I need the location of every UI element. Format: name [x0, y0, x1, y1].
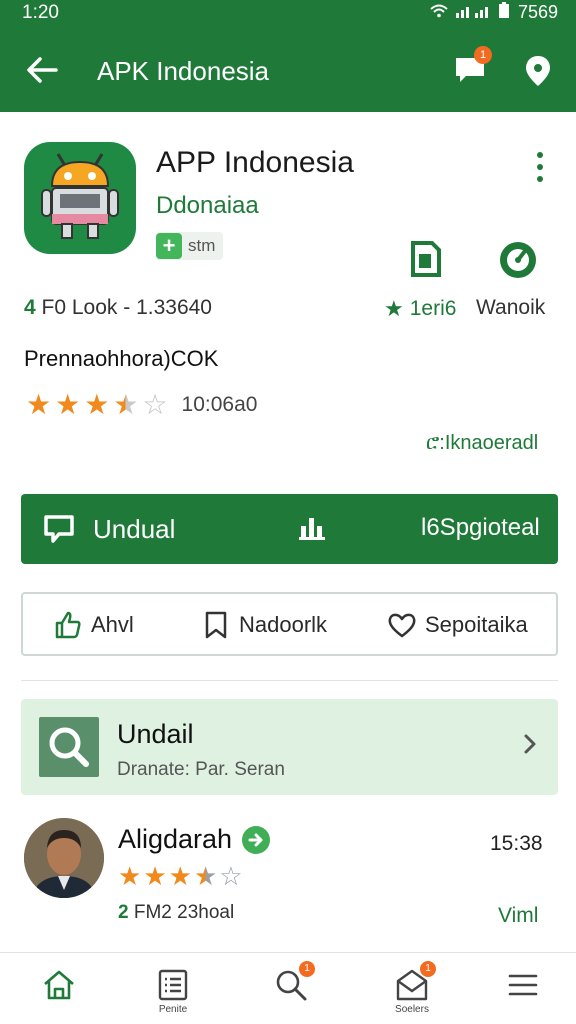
more-options-icon[interactable]	[530, 152, 550, 188]
review-meta-number: 2	[118, 902, 129, 923]
star-icon: ★	[118, 861, 142, 891]
search-suggestion-card[interactable]: Undail Dranate: Par. Seran	[21, 699, 558, 795]
chevron-right-icon	[519, 729, 541, 759]
gauge-icon[interactable]	[498, 240, 538, 280]
thumb-up-icon	[55, 611, 81, 639]
status-right-text: 7569	[517, 2, 558, 22]
reviewer-name[interactable]: Aligdarah	[118, 824, 271, 855]
nav-menu[interactable]	[493, 967, 553, 1023]
stat-text: F0 Look - 1.33640	[41, 296, 212, 319]
action-favorite[interactable]: Sepoitaika	[387, 610, 528, 640]
verified-icon	[242, 825, 271, 854]
menu-icon	[508, 974, 538, 996]
back-arrow-icon[interactable]	[22, 50, 62, 90]
rating-stat-value: 1eri6	[409, 297, 457, 320]
action-like[interactable]: Ahvl	[53, 610, 134, 640]
divider	[21, 680, 558, 681]
bottom-nav: Penite 1 1 Soelers	[0, 952, 576, 1024]
status-right: 7569	[430, 2, 558, 23]
android-robot-icon	[41, 153, 119, 239]
nav-list-caption: Penite	[158, 1004, 188, 1015]
nav-search-badge: 1	[299, 961, 315, 977]
suggestion-subtitle: Dranate: Par. Seran	[117, 759, 285, 780]
install-bar[interactable]: Undual l6Spgioteal	[21, 494, 558, 564]
status-bar: 1:20 7569	[0, 0, 576, 28]
review-time: 15:38	[490, 832, 543, 855]
heart-icon	[388, 613, 416, 638]
action-bookmark-label: Nadoorlk	[239, 612, 328, 637]
action-favorite-label: Sepoitaika	[425, 612, 528, 637]
plus-icon: +	[156, 233, 182, 259]
action-row: Ahvl Nadoorlk Sepoitaika	[21, 592, 558, 656]
review-link[interactable]: Viml	[498, 904, 538, 928]
half-star-icon: ★	[113, 389, 139, 420]
rating-count: 10:06a0	[181, 393, 258, 416]
reviewer-name-text: Aligdarah	[118, 824, 233, 854]
install-secondary-label[interactable]: l6Spgioteal	[421, 514, 540, 542]
wifi-icon	[430, 2, 448, 23]
chat-button[interactable]: 1	[452, 46, 492, 86]
bar-chart-icon	[297, 512, 327, 542]
tag-chip: + stm	[156, 232, 224, 260]
chat-badge: 1	[474, 46, 492, 64]
bookmark-icon	[205, 611, 227, 639]
search-icon	[39, 717, 99, 777]
review-stars: ★ ★ ★ ★ ☆	[118, 862, 243, 890]
suggestion-title: Undail	[117, 719, 194, 749]
avatar[interactable]	[24, 818, 104, 898]
app-name: APP Indonesia	[156, 146, 354, 179]
action-bookmark[interactable]: Nadoorlk	[201, 610, 327, 640]
rating-row: ★ ★ ★ ★ ☆ 10:06a0	[26, 390, 257, 420]
nav-mail-caption: Soelers	[395, 1004, 429, 1015]
empty-star-icon: ☆	[219, 861, 243, 891]
half-star-icon: ★	[193, 861, 218, 891]
signal-icon	[455, 2, 490, 23]
nav-mail[interactable]: 1 Soelers	[382, 961, 442, 1023]
tag-chip-label: stm	[188, 236, 216, 255]
star-icon: ★	[84, 389, 110, 420]
stat-word: Wanoik	[476, 296, 546, 319]
location-pin-icon[interactable]	[522, 54, 554, 88]
home-icon	[44, 970, 74, 1000]
page-title: APK Indonesia	[97, 56, 270, 86]
list-icon	[158, 969, 188, 1001]
package-name: Prennaohhora)COK	[24, 346, 219, 371]
star-icon: ★	[26, 389, 52, 420]
action-like-label: Ahvl	[91, 612, 134, 637]
install-button-label[interactable]: Undual	[93, 514, 175, 545]
stat-number: 4	[24, 296, 36, 319]
status-time: 1:20	[22, 2, 59, 23]
app-bar: 1:20 7569 APK Indonesia 1	[0, 0, 576, 112]
empty-star-icon: ☆	[142, 389, 168, 420]
app-stats: 4 F0 Look - 1.33640	[24, 296, 212, 320]
star-icon: ★	[143, 861, 167, 891]
developer-link[interactable]: Ddonaiaa	[156, 192, 259, 220]
nav-mail-badge: 1	[420, 961, 436, 977]
app-icon	[24, 142, 136, 254]
review-meta: 2 FM2 23hoal	[118, 902, 234, 924]
screen-icon	[43, 514, 75, 544]
nav-list[interactable]: Penite	[143, 967, 203, 1023]
document-icon[interactable]	[410, 240, 442, 278]
battery-icon	[498, 2, 510, 23]
nav-search[interactable]: 1	[261, 961, 321, 1023]
star-icon: ★	[384, 296, 404, 321]
more-info-link[interactable]: ሮ:Iknaoeradl	[426, 432, 538, 455]
review-meta-text: FM2 23hoal	[133, 902, 235, 923]
rating-stat: ★ 1eri6	[384, 296, 456, 322]
nav-home[interactable]	[29, 967, 89, 1023]
star-icon: ★	[168, 861, 192, 891]
star-icon: ★	[55, 389, 81, 420]
